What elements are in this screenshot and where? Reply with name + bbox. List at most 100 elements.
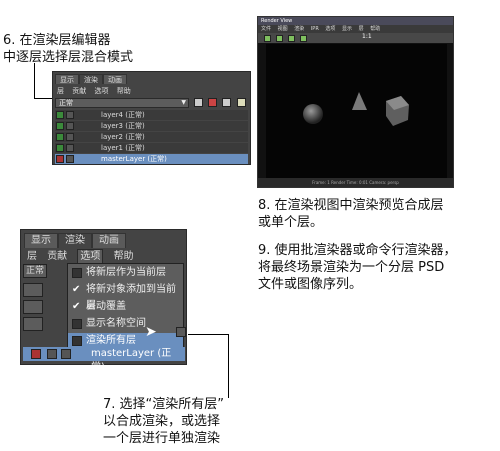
checkmark-icon: ✔ bbox=[72, 301, 81, 312]
sphere-object bbox=[303, 104, 323, 124]
menu-item-make-new-layer-current[interactable]: 将新层作为当前层 bbox=[68, 265, 183, 281]
tab-render[interactable]: 渲染 bbox=[79, 74, 103, 84]
rv-menu-ipr[interactable]: IPR bbox=[311, 26, 319, 32]
options-menu-panel: 显示 渲染 动画 层 贡献 选项 帮助 正常 将新层作为当前层 ✔ 将新对象添加… bbox=[20, 229, 187, 373]
menu-help[interactable]: 帮助 bbox=[114, 250, 134, 263]
menu-contribution[interactable]: 贡献 bbox=[72, 87, 86, 95]
checkbox-icon bbox=[72, 268, 82, 278]
step9-line3: 文件或图像序列。 bbox=[258, 277, 363, 292]
layer-row[interactable]: layer4 (正常) bbox=[55, 110, 248, 120]
rv-menu-render[interactable]: 渲染 bbox=[294, 26, 304, 32]
layer-editor-tabs: 显示 渲染 动画 bbox=[53, 72, 250, 84]
rv-menu-view[interactable]: 视图 bbox=[278, 26, 288, 32]
rv-menu-options[interactable]: 选项 bbox=[325, 26, 335, 32]
rv-menu-display[interactable]: 显示 bbox=[342, 26, 352, 32]
render-view-status: Frame: 1 Render Time: 0:01 Camera: persp bbox=[258, 178, 453, 187]
zoom-ratio: 1:1 bbox=[362, 33, 372, 40]
layer-name: layer4 (正常) bbox=[101, 111, 145, 119]
step9-line2: 将最终场景渲染为一个分层 PSD bbox=[258, 260, 445, 275]
renderable-toggle-icon[interactable] bbox=[56, 111, 64, 119]
layer-name: masterLayer (正常) bbox=[91, 348, 172, 373]
menu-options[interactable]: 选项 bbox=[94, 87, 108, 95]
blend-mode-value: 正常 bbox=[59, 99, 73, 107]
layer-row[interactable]: layer1 (正常) bbox=[55, 143, 248, 153]
renderable-toggle-icon[interactable] bbox=[31, 349, 41, 359]
layer-name: layer1 (正常) bbox=[101, 144, 145, 152]
snapshot-icon[interactable] bbox=[288, 35, 295, 42]
step7-leader-horizontal bbox=[188, 334, 228, 335]
tab-display[interactable]: 显示 bbox=[55, 74, 79, 84]
blend-mode-dropdown[interactable]: 正常 ▼ bbox=[55, 98, 189, 108]
render-view-menubar: 文件 视图 渲染 IPR 选项 显示 层 帮助 bbox=[258, 25, 453, 33]
render-view-window: Render View 文件 视图 渲染 IPR 选项 显示 层 帮助 1:1 bbox=[257, 16, 454, 188]
step8-line2: 或单个层。 bbox=[258, 215, 324, 230]
layer-row[interactable]: layer3 (正常) bbox=[55, 121, 248, 131]
menu-item-add-new-objects-to-current-layer[interactable]: ✔ 将新对象添加到当前层 bbox=[68, 282, 183, 311]
menu-item-show-namespace[interactable]: 显示名称空间 bbox=[68, 316, 183, 332]
render-region-icon[interactable] bbox=[276, 35, 283, 42]
layer-settings-icon[interactable] bbox=[236, 98, 246, 107]
layer-row[interactable]: layer2 (正常) bbox=[55, 132, 248, 142]
checkmark-icon: ✔ bbox=[72, 284, 81, 295]
layer-row-stub[interactable] bbox=[23, 300, 43, 314]
recycle-toggle-icon[interactable] bbox=[66, 133, 74, 141]
step7-leader-vertical bbox=[228, 334, 229, 398]
renderable-toggle-icon[interactable] bbox=[56, 122, 64, 130]
new-layer-icon[interactable] bbox=[194, 98, 203, 107]
empty-layer-icon[interactable] bbox=[222, 98, 232, 107]
menu-options[interactable]: 选项 bbox=[77, 249, 104, 264]
tab-animation[interactable]: 动画 bbox=[103, 74, 127, 84]
layer-editor-menubar: 层 贡献 选项 帮助 bbox=[57, 86, 137, 96]
tab-display[interactable]: 显示 bbox=[24, 233, 58, 248]
tab-render[interactable]: 渲染 bbox=[58, 233, 92, 248]
menu-help[interactable]: 帮助 bbox=[117, 87, 131, 95]
layer-name: layer3 (正常) bbox=[101, 122, 145, 130]
rv-menu-file[interactable]: 文件 bbox=[261, 26, 271, 32]
step7-caption: 7. 选择“渲染所有层” 以合成渲染，或选择 一个层进行单独渲染 bbox=[103, 396, 224, 447]
render-view-titlebar: Render View bbox=[258, 17, 453, 25]
step8-line1: 8. 在渲染视图中渲染预览合成层 bbox=[258, 198, 444, 213]
step6-leader-vertical bbox=[34, 63, 35, 99]
recycle-toggle-icon[interactable] bbox=[66, 144, 74, 152]
render-image bbox=[303, 92, 409, 126]
checkbox-icon bbox=[72, 336, 82, 346]
render-viewport bbox=[266, 44, 447, 181]
render-view-toolbar: 1:1 bbox=[258, 33, 453, 43]
tab-animation[interactable]: 动画 bbox=[92, 233, 126, 248]
step6-line1: 6. 在渲染层编辑器 bbox=[3, 33, 111, 48]
recycle-toggle-icon[interactable] bbox=[47, 349, 57, 359]
recycle-toggle-icon[interactable] bbox=[66, 122, 74, 130]
step7-line2: 以合成渲染，或选择 bbox=[103, 414, 221, 429]
menu-layers[interactable]: 层 bbox=[57, 87, 64, 95]
renderable-toggle-icon[interactable] bbox=[56, 155, 64, 163]
master-layer-row[interactable]: masterLayer (正常) bbox=[55, 154, 248, 164]
menu-contribution[interactable]: 贡献 bbox=[47, 250, 67, 263]
menu-item-label: 自动覆盖 bbox=[86, 301, 126, 312]
mouse-cursor-icon: ➤ bbox=[145, 324, 157, 340]
step7-line1: 7. 选择“渲染所有层” bbox=[103, 397, 225, 412]
ipr-icon[interactable] bbox=[300, 35, 307, 42]
step7-line3: 一个层进行单独渲染 bbox=[103, 431, 221, 446]
menu-item-label: 渲染所有层 bbox=[86, 335, 136, 346]
step9-line1: 9. 使用批渲染器或命令行渲染器， bbox=[258, 243, 457, 258]
master-layer-row[interactable]: masterLayer (正常) bbox=[23, 347, 185, 373]
layer-tools bbox=[194, 98, 249, 108]
recycle-toggle-icon[interactable] bbox=[66, 155, 74, 163]
recycle-toggle-icon[interactable] bbox=[66, 111, 74, 119]
renderable-toggle-icon[interactable] bbox=[56, 144, 64, 152]
renderable-toggle-icon[interactable] bbox=[56, 133, 64, 141]
render-all-options-box-icon[interactable] bbox=[176, 327, 186, 337]
layer-row-stub[interactable] bbox=[23, 283, 43, 297]
blend-mode-dropdown[interactable]: 正常 bbox=[23, 264, 47, 278]
layer-attributes-icon[interactable] bbox=[61, 349, 71, 359]
chevron-down-icon: ▼ bbox=[181, 99, 186, 106]
menu-layers[interactable]: 层 bbox=[27, 250, 37, 263]
layer-row-stub[interactable] bbox=[23, 317, 43, 331]
menu-item-auto-overrides[interactable]: ✔ 自动覆盖 bbox=[68, 299, 183, 315]
options-panel-menubar: 层 贡献 选项 帮助 bbox=[27, 249, 141, 264]
redo-render-icon[interactable] bbox=[264, 35, 271, 42]
new-layer-from-selected-icon[interactable] bbox=[208, 98, 218, 107]
step8-caption: 8. 在渲染视图中渲染预览合成层 或单个层。 bbox=[258, 197, 444, 231]
rv-menu-layers[interactable]: 层 bbox=[359, 26, 364, 32]
rv-menu-help[interactable]: 帮助 bbox=[370, 26, 380, 32]
